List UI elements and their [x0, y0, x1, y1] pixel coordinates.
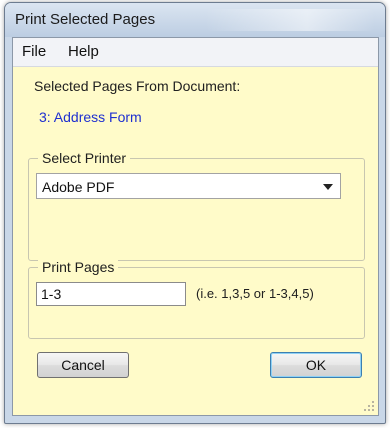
- print-pages-group: Print Pages (i.e. 1,3,5 or 1-3,4,5): [28, 259, 365, 339]
- print-pages-group-title: Print Pages: [38, 259, 119, 275]
- menu-help[interactable]: Help: [68, 43, 99, 60]
- dialog-client-area: File Help Selected Pages From Document: …: [12, 37, 379, 416]
- selected-page-item[interactable]: 3: Address Form: [39, 109, 142, 125]
- print-dialog-window: Print Selected Pages File Help Selected …: [4, 2, 386, 424]
- selected-pages-label: Selected Pages From Document:: [34, 78, 241, 94]
- ok-button[interactable]: OK: [270, 352, 362, 378]
- menu-bar: File Help: [13, 38, 378, 67]
- window-title: Print Selected Pages: [15, 11, 156, 28]
- select-printer-group: Select Printer Adobe PDF: [28, 150, 365, 261]
- printer-select[interactable]: Adobe PDF: [36, 173, 341, 199]
- resize-grip-icon[interactable]: [364, 401, 376, 413]
- title-bar[interactable]: Print Selected Pages: [5, 3, 385, 37]
- pages-range-hint: (i.e. 1,3,5 or 1-3,4,5): [196, 286, 314, 301]
- printer-select-value: Adobe PDF: [42, 179, 115, 195]
- menu-file[interactable]: File: [22, 43, 46, 60]
- title-bar-glass: [205, 9, 375, 31]
- select-printer-group-title: Select Printer: [38, 150, 131, 166]
- pages-range-input[interactable]: [36, 282, 186, 306]
- chevron-down-icon[interactable]: [323, 184, 333, 190]
- cancel-button[interactable]: Cancel: [37, 352, 129, 378]
